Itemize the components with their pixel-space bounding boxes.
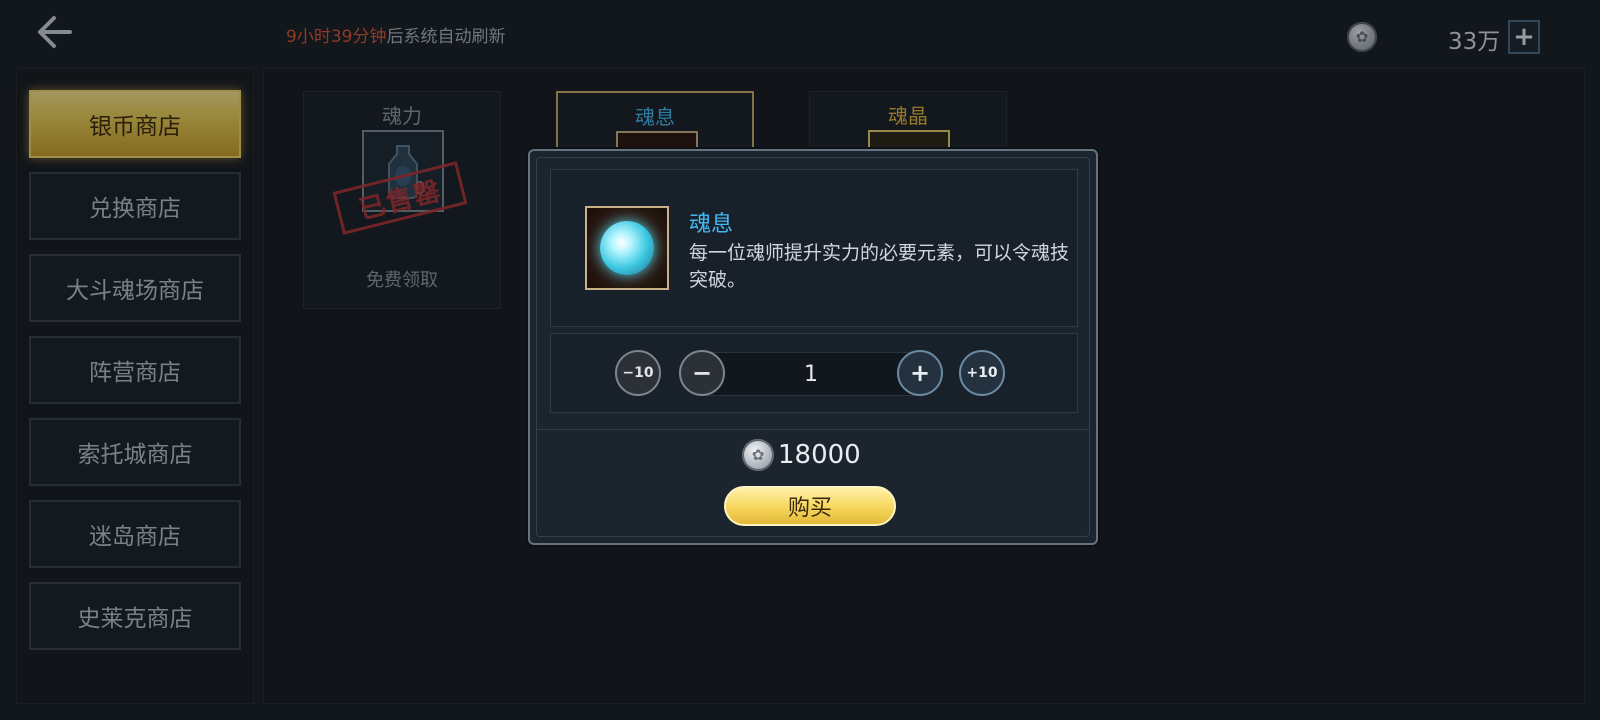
item-description: 每一位魂师提升实力的必要元素，可以令魂技突破。 [689,242,1070,291]
price-display: 18000 [742,437,861,473]
soul-orb-icon [600,221,654,275]
total-cost: 18000 [778,440,861,470]
minus-ten-button[interactable]: −10 [615,350,661,396]
item-name: 魂息 [689,212,734,237]
purchase-dialog: 魂息 每一位魂师提升实力的必要元素，可以令魂技突破。 −10 − 1 + +10… [528,149,1098,545]
plus-button[interactable]: + [897,350,943,396]
silver-coin-icon [742,439,774,471]
divider [536,429,1090,430]
item-info-panel: 魂息 每一位魂师提升实力的必要元素，可以令魂技突破。 [550,169,1078,327]
buy-button[interactable]: 购买 [724,486,896,526]
item-image [585,206,669,290]
plus-ten-button[interactable]: +10 [959,350,1005,396]
quantity-panel: −10 − 1 + +10 [550,333,1078,413]
